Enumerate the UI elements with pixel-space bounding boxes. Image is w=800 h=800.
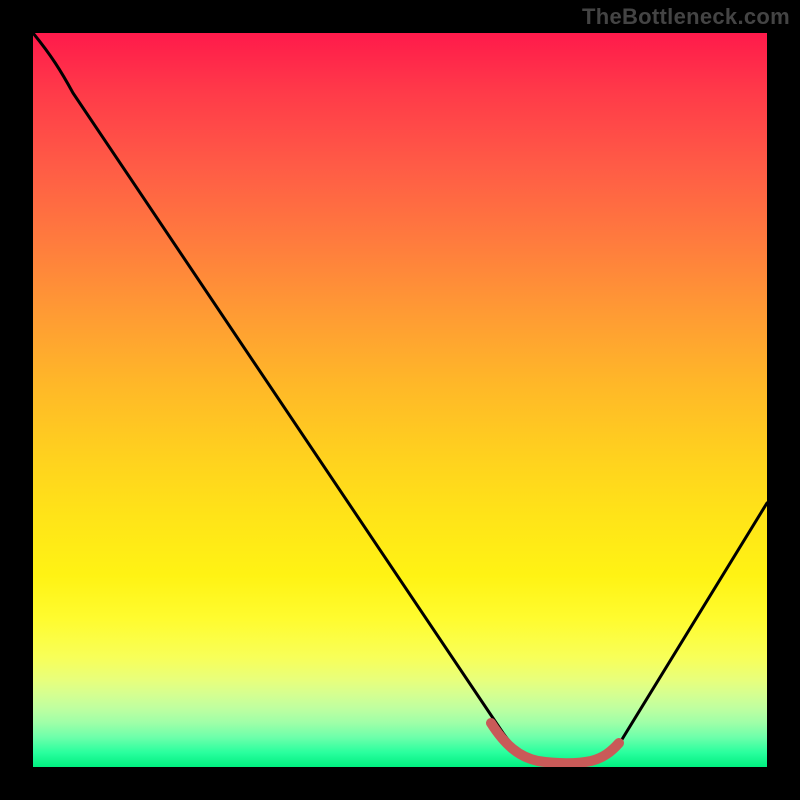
plot-area [33,33,767,767]
chart-stage: TheBottleneck.com [0,0,800,800]
bottleneck-curve [33,33,767,763]
curve-layer [33,33,767,767]
optimal-range-accent [491,723,619,763]
watermark-text: TheBottleneck.com [582,4,790,30]
